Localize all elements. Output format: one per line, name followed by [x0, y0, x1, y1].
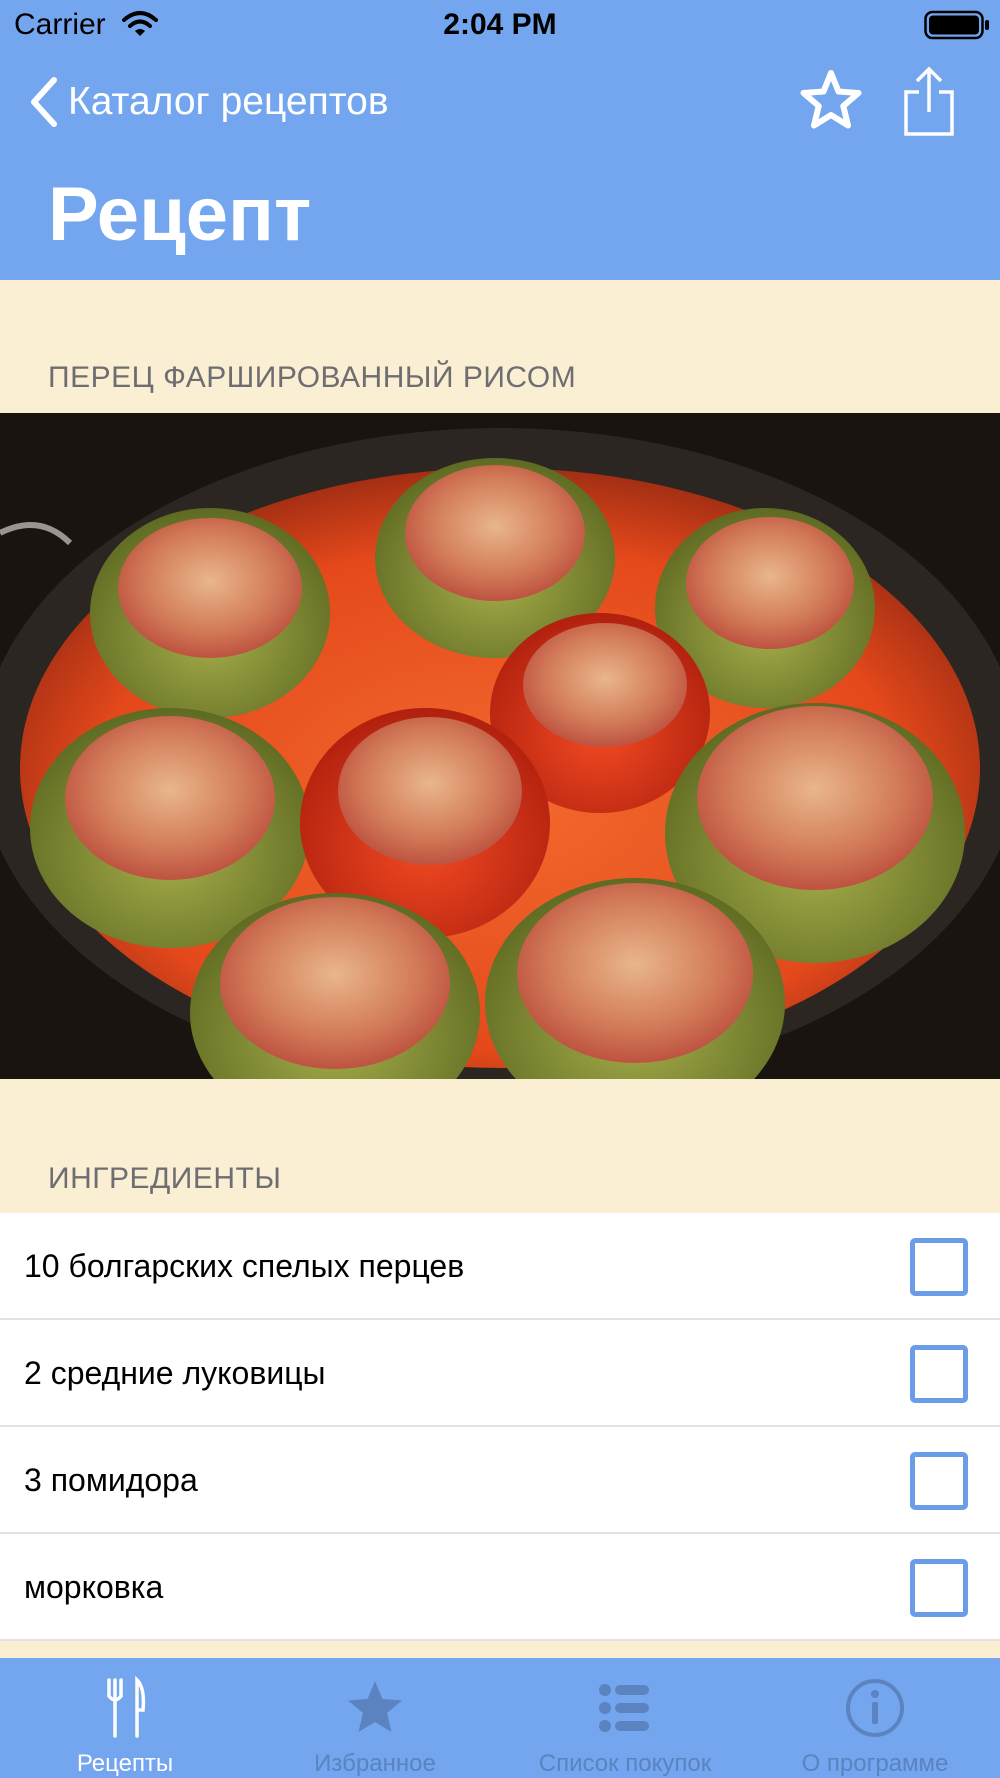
navigation-header: Carrier 2:04 PM Каталог рецептов Рецепт	[0, 0, 1000, 280]
ingredient-checkbox[interactable]	[910, 1345, 968, 1403]
ingredient-checkbox[interactable]	[910, 1452, 968, 1510]
ingredient-row[interactable]: 10 болгарских спелых перцев	[0, 1213, 1000, 1320]
tab-label: О программе	[801, 1750, 949, 1777]
ingredient-label: 3 помидора	[24, 1462, 198, 1498]
ingredient-row[interactable]: 2 средние луковицы	[0, 1320, 1000, 1427]
tab-about[interactable]: О программе	[750, 1658, 1000, 1778]
ingredient-row[interactable]: 3 помидора	[0, 1427, 1000, 1534]
status-time: 2:04 PM	[443, 8, 557, 41]
ingredient-label: 10 болгарских спелых перцев	[24, 1248, 465, 1284]
share-icon[interactable]	[902, 66, 956, 138]
tab-shopping-list[interactable]: Список покупок	[500, 1658, 750, 1778]
ingredient-row[interactable]: морковка	[0, 1534, 1000, 1641]
ingredients-header: ИНГРЕДИЕНТЫ	[48, 1162, 282, 1195]
tab-label: Рецепты	[76, 1750, 174, 1777]
back-button-label: Каталог рецептов	[68, 80, 389, 123]
tab-bar: Рецепты Избранное Список покупок О прогр…	[0, 1658, 1000, 1778]
info-icon	[846, 1679, 904, 1737]
chevron-left-icon	[31, 77, 57, 127]
status-bar: Carrier 2:04 PM	[0, 0, 1000, 52]
ingredient-checkbox[interactable]	[910, 1559, 968, 1617]
tab-label: Список покупок	[538, 1750, 712, 1777]
tab-favorites[interactable]: Избранное	[250, 1658, 500, 1778]
tab-label: Избранное	[314, 1750, 436, 1777]
ingredient-checkbox[interactable]	[910, 1238, 968, 1296]
star-outline-icon[interactable]	[798, 68, 864, 134]
list-icon	[599, 1684, 649, 1732]
battery-icon	[924, 10, 989, 40]
fork-knife-icon	[107, 1676, 146, 1738]
ingredient-label: 2 средние луковицы	[24, 1355, 326, 1391]
recipe-photo	[0, 413, 1000, 1079]
ingredient-label: морковка	[24, 1569, 164, 1605]
page-title: Рецепт	[48, 172, 312, 257]
tab-recipes[interactable]: Рецепты	[0, 1658, 250, 1778]
star-icon	[348, 1681, 402, 1732]
ingredients-list: 10 болгарских спелых перцев 2 средние лу…	[0, 1213, 1000, 1641]
back-button[interactable]: Каталог рецептов	[28, 72, 389, 132]
recipe-name-header: ПЕРЕЦ ФАРШИРОВАННЫЙ РИСОМ	[48, 361, 577, 394]
